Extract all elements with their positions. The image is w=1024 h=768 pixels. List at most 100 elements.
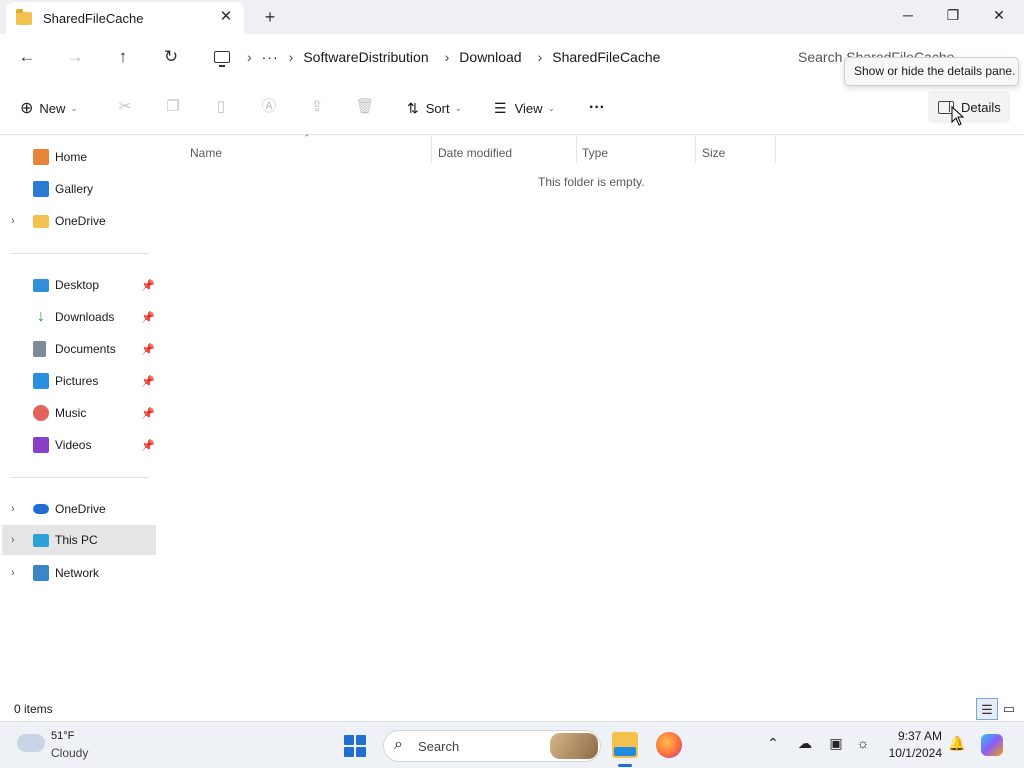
pin-icon[interactable]: 📌 (141, 375, 155, 388)
expand-chevron-icon[interactable]: › (11, 215, 15, 227)
file-explorer-icon[interactable] (612, 732, 638, 758)
column-header-type[interactable]: Type (582, 141, 608, 165)
search-highlight-image[interactable] (550, 733, 598, 759)
rename-icon[interactable]: Ⓐ (259, 97, 279, 117)
sidebar-item-label: Videos (55, 438, 92, 452)
new-tab-button[interactable]: + (260, 7, 280, 27)
sidebar-item-downloads[interactable]: ↓ Downloads 📌 (0, 302, 156, 332)
refresh-button[interactable]: ↻ (157, 44, 185, 70)
expand-chevron-icon[interactable]: › (11, 567, 15, 579)
pc-icon (33, 533, 49, 547)
sidebar-item-desktop[interactable]: Desktop 📌 (0, 270, 156, 300)
file-list[interactable]: ⌃ Name Date modified Type Size This fold… (158, 133, 1024, 697)
sort-button[interactable]: ⇅ Sort ⌄ (407, 95, 462, 121)
display-icon[interactable]: ▣ (826, 735, 846, 752)
breadcrumb-sharedfilecache[interactable]: SharedFileCache (552, 49, 660, 65)
sidebar-item-pictures[interactable]: Pictures 📌 (0, 366, 156, 396)
copilot-icon[interactable] (981, 734, 1003, 756)
maximize-button[interactable]: ❐ (930, 0, 976, 30)
column-header-date-modified[interactable]: Date modified (438, 141, 512, 165)
sidebar-item-documents[interactable]: Documents 📌 (0, 334, 156, 364)
chevron-up-icon[interactable]: ⌃ (763, 735, 783, 752)
breadcrumb[interactable]: › ··· › SoftwareDistribution › Download … (202, 40, 780, 74)
weather-condition[interactable]: Cloudy (51, 746, 88, 760)
cut-icon[interactable]: ✂ (115, 97, 135, 117)
expand-chevron-icon[interactable]: › (11, 503, 15, 515)
sidebar-item-videos[interactable]: Videos 📌 (0, 430, 156, 460)
command-bar: ⊕ New ⌄ ✂ ❐ ▯ Ⓐ ⇪ 🗑 ⇅ Sort ⌄ ☰ View ⌄ ··… (0, 80, 1024, 135)
sort-ascending-icon: ⌃ (303, 133, 311, 143)
chevron-right-icon[interactable]: › (247, 49, 252, 65)
sidebar-item-this-pc[interactable]: › This PC (2, 525, 156, 555)
see-more-button[interactable]: ··· (589, 95, 605, 121)
sidebar-item-label: OneDrive (55, 502, 106, 516)
column-header-size[interactable]: Size (702, 141, 725, 165)
chevron-right-icon[interactable]: › (289, 49, 294, 65)
breadcrumb-softwaredistribution[interactable]: SoftwareDistribution (303, 49, 428, 65)
sidebar-item-onedrive-folder[interactable]: › OneDrive (0, 206, 156, 236)
pin-icon[interactable]: 📌 (141, 343, 155, 356)
minimize-button[interactable]: ─ (885, 0, 931, 30)
view-icon: ☰ (494, 99, 507, 116)
sidebar-item-label: Music (55, 406, 87, 420)
pin-icon[interactable]: 📌 (141, 279, 155, 292)
pc-icon[interactable] (214, 51, 230, 67)
onedrive-offline-icon[interactable]: ☁ (795, 735, 815, 752)
column-separator[interactable] (775, 135, 776, 163)
forward-button[interactable]: → (61, 44, 89, 70)
new-label: New (39, 100, 66, 116)
plus-circle-icon: ⊕ (20, 100, 34, 117)
sidebar-item-label: Gallery (55, 182, 94, 196)
weather-temperature[interactable]: 51°F (51, 730, 74, 742)
firefox-icon[interactable] (656, 732, 682, 758)
chevron-right-icon[interactable]: › (445, 49, 450, 65)
notification-bell-icon[interactable]: 🔔 (947, 735, 967, 752)
tab-title: SharedFileCache (43, 10, 144, 26)
paste-icon[interactable]: ▯ (211, 97, 231, 117)
sidebar-item-label: Pictures (55, 374, 99, 388)
column-header-name[interactable]: Name (190, 141, 222, 165)
pin-icon[interactable]: 📌 (141, 311, 155, 324)
details-pane-button[interactable]: Details (928, 91, 1010, 123)
chevron-right-icon[interactable]: › (538, 49, 543, 65)
details-view-icon[interactable]: ☰ (976, 698, 998, 720)
back-button[interactable]: ← (13, 44, 41, 70)
sidebar-item-home[interactable]: Home (0, 142, 156, 172)
pin-icon[interactable]: 📌 (141, 439, 155, 452)
copy-icon[interactable]: ❐ (163, 97, 183, 117)
chevron-down-icon: ⌄ (454, 102, 463, 113)
taskbar-search-box[interactable]: ⌕ Search (383, 730, 601, 762)
tab-close-icon[interactable]: ✕ (218, 9, 234, 25)
new-button[interactable]: ⊕ New ⌄ (20, 95, 78, 121)
column-separator[interactable] (576, 135, 577, 163)
share-icon[interactable]: ⇪ (307, 97, 327, 117)
focus-assist-icon[interactable]: ☼ (853, 735, 873, 751)
navigation-pane: Home Gallery › OneDrive Desktop 📌 ↓ Down… (0, 135, 158, 697)
column-separator[interactable] (431, 135, 432, 163)
clock-date[interactable]: 10/1/2024 (880, 746, 942, 760)
windows-start-icon[interactable] (344, 735, 366, 757)
clock-time[interactable]: 9:37 AM (886, 729, 942, 743)
tab-sharedfilecache[interactable]: SharedFileCache ✕ (6, 2, 244, 34)
sidebar-item-label: Home (55, 150, 88, 164)
divider (10, 253, 148, 254)
pin-icon[interactable]: 📌 (141, 407, 155, 420)
sidebar-item-music[interactable]: Music 📌 (0, 398, 156, 428)
view-button[interactable]: ☰ View ⌄ (494, 95, 555, 121)
breadcrumb-overflow[interactable]: ··· (262, 49, 279, 65)
sidebar-item-network[interactable]: › Network (0, 558, 156, 588)
sidebar-item-gallery[interactable]: Gallery (0, 174, 156, 204)
large-icons-view-icon[interactable]: ▭ (998, 698, 1020, 720)
sidebar-item-label: Downloads (55, 310, 115, 324)
column-separator[interactable] (695, 135, 696, 163)
close-button[interactable]: ✕ (976, 0, 1022, 30)
documents-icon (33, 341, 46, 357)
sidebar-item-label: Network (55, 566, 100, 580)
breadcrumb-download[interactable]: Download (459, 49, 521, 65)
up-button[interactable]: ↑ (109, 44, 137, 70)
sidebar-item-onedrive[interactable]: › OneDrive (0, 494, 156, 524)
sidebar-item-label: This PC (55, 533, 98, 547)
cloud-weather-icon[interactable] (17, 734, 45, 752)
expand-chevron-icon[interactable]: › (11, 534, 15, 546)
delete-icon[interactable]: 🗑 (355, 97, 375, 117)
